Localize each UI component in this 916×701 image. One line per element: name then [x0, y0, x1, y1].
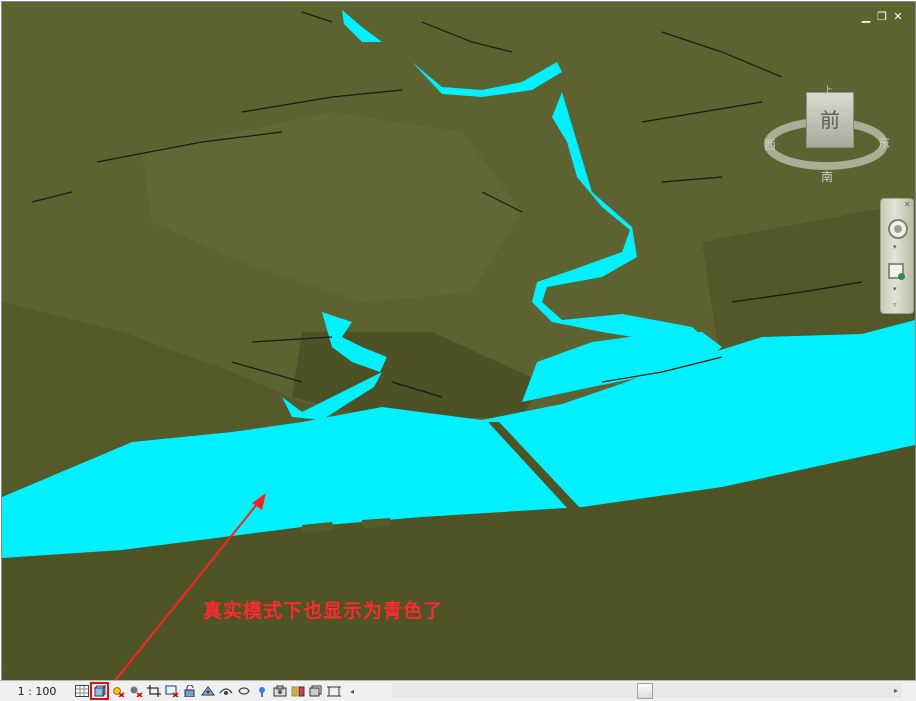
worksharing-display-icon[interactable]: [290, 684, 305, 698]
analytical-model-icon[interactable]: [236, 684, 251, 698]
reveal-hidden-icon[interactable]: [218, 684, 233, 698]
view-window-controls: ▁ ❐ ✕: [859, 10, 905, 24]
view-scale[interactable]: 1 : 100: [0, 685, 74, 698]
restore-button[interactable]: ❐: [875, 10, 889, 24]
viewcube-top-label[interactable]: 上: [823, 82, 833, 97]
view-control-bar: 1 : 100 ◂ ▸: [0, 680, 916, 701]
compass-south-label[interactable]: 南: [821, 168, 833, 185]
zoom-dropdown-icon[interactable]: ▾: [893, 285, 897, 293]
scrollbar-thumb[interactable]: [637, 683, 653, 699]
sun-path-off-icon[interactable]: [110, 684, 125, 698]
navbar-options-icon[interactable]: ▿: [893, 301, 897, 309]
steering-wheel-dropdown-icon[interactable]: ▾: [893, 243, 897, 251]
minimize-button[interactable]: ▁: [859, 10, 873, 24]
navbar-close-icon[interactable]: ✕: [904, 200, 911, 209]
render-icon[interactable]: [272, 684, 287, 698]
scroll-right-icon[interactable]: ▸: [894, 686, 898, 695]
highlight-displacement-icon[interactable]: [254, 684, 269, 698]
close-button[interactable]: ✕: [891, 10, 905, 24]
scroll-left-icon[interactable]: ◂: [350, 687, 354, 696]
hide-analytical-icon[interactable]: [326, 684, 341, 698]
temporary-view-properties-icon[interactable]: [308, 684, 323, 698]
zoom-region-icon[interactable]: [888, 263, 905, 280]
horizontal-scrollbar[interactable]: ▸: [392, 683, 902, 699]
compass-east-label[interactable]: 东: [878, 134, 890, 151]
crop-view-icon[interactable]: [146, 684, 161, 698]
viewcube[interactable]: 前 上 西 东 南: [754, 84, 896, 192]
unlock-3d-view-icon[interactable]: [182, 684, 197, 698]
temporary-hide-icon[interactable]: [200, 684, 215, 698]
3d-viewport[interactable]: ▁ ❐ ✕ 前 上 西 东 南 ✕ ▾ ▾ ▿: [1, 1, 916, 681]
viewcube-front-face[interactable]: 前: [806, 92, 854, 148]
navigation-bar: ✕ ▾ ▾ ▿: [880, 198, 914, 314]
annotation-text: 真实模式下也显示为青色了: [203, 600, 444, 622]
steering-wheel-icon[interactable]: [888, 219, 908, 239]
shadows-off-icon[interactable]: [128, 684, 143, 698]
show-crop-region-icon[interactable]: [164, 684, 179, 698]
compass-west-label[interactable]: 西: [764, 136, 776, 153]
detail-level-icon[interactable]: [74, 684, 89, 698]
visual-style-icon[interactable]: [90, 682, 109, 700]
